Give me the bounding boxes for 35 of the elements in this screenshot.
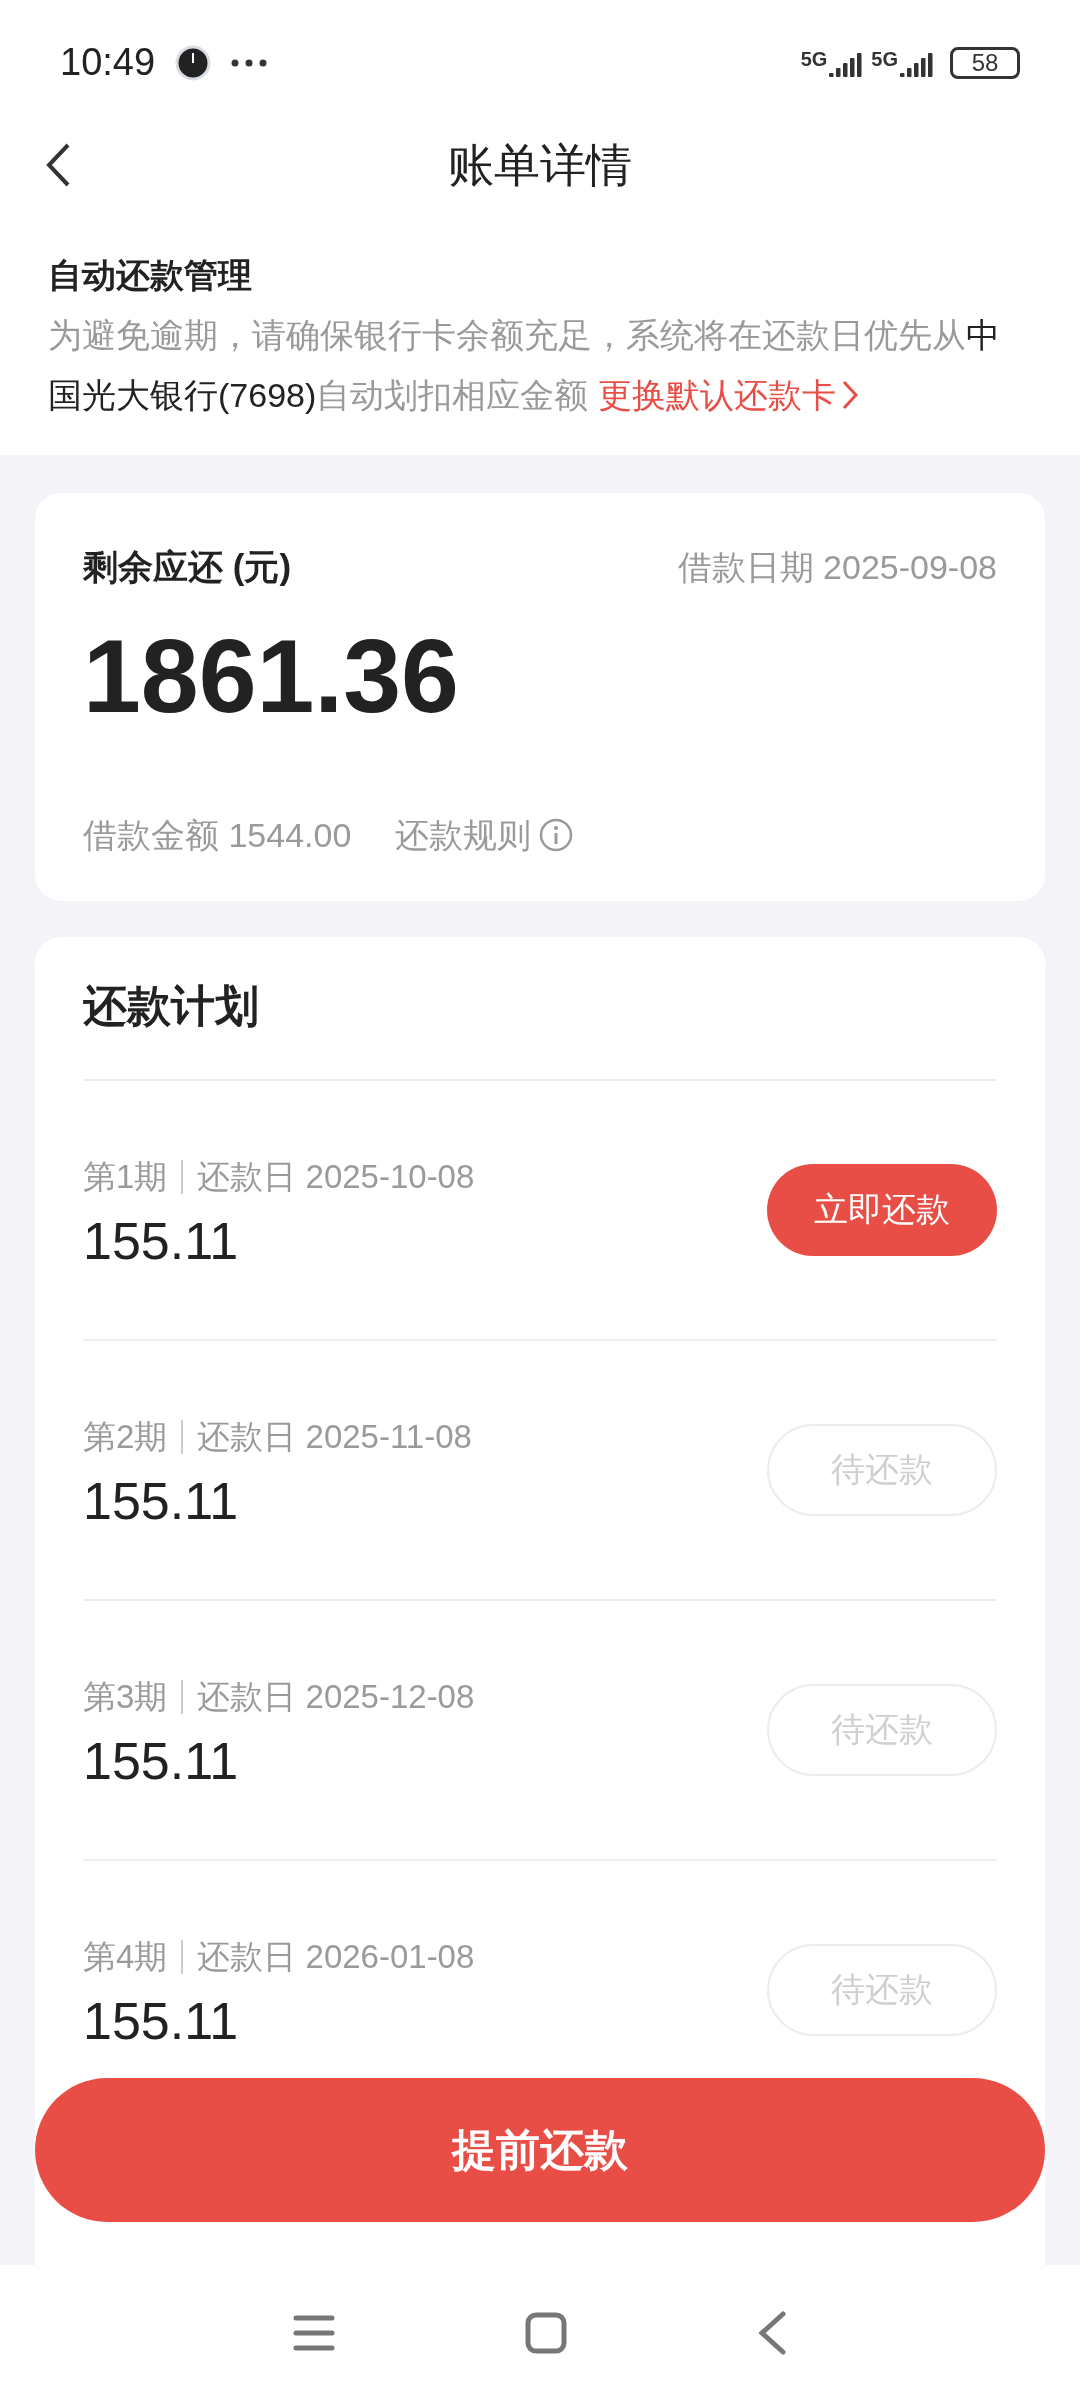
battery-indicator: 58 bbox=[950, 46, 1020, 79]
auto-repay-notice: 为避免逾期，请确保银行卡余额充足，系统将在还款日优先从中国光大银行(7698)自动划扣相应金额 更换默认还款卡 bbox=[48, 305, 1032, 425]
period-label: 第4期 bbox=[83, 1936, 168, 1977]
remaining-amount: 1861.36 bbox=[83, 623, 460, 728]
remaining-label: 剩余应还 (元) bbox=[83, 546, 292, 588]
due-date: 还款日 2026-01-08 bbox=[197, 1936, 475, 1977]
prepay-button[interactable]: 提前还款 bbox=[35, 2078, 1045, 2222]
installment-amount: 155.11 bbox=[83, 1215, 240, 1268]
loan-date: 借款日期 2025-09-08 bbox=[677, 546, 997, 588]
period-label: 第1期 bbox=[83, 1156, 168, 1197]
loan-amount: 借款金额 1544.00 bbox=[83, 814, 352, 856]
installment-amount: 155.11 bbox=[83, 1735, 240, 1788]
menu-icon[interactable] bbox=[293, 2313, 335, 2352]
home-icon[interactable] bbox=[525, 2311, 567, 2354]
status-time: 10:49 bbox=[60, 40, 156, 85]
clock-icon bbox=[175, 44, 212, 81]
network-label: 5G bbox=[871, 48, 898, 69]
change-card-link[interactable]: 更换默认还款卡 bbox=[597, 365, 858, 425]
due-date: 还款日 2025-10-08 bbox=[197, 1156, 475, 1197]
due-date: 还款日 2025-11-08 bbox=[197, 1416, 472, 1457]
info-icon[interactable] bbox=[539, 818, 574, 852]
installment-amount: 155.11 bbox=[83, 1475, 240, 1528]
period-label: 第2期 bbox=[83, 1416, 168, 1457]
more-icon bbox=[231, 58, 268, 67]
installment-amount: 155.11 bbox=[83, 1995, 240, 2048]
auto-repay-title: 自动还款管理 bbox=[48, 255, 253, 296]
pay-now-button[interactable]: 立即还款 bbox=[767, 1163, 997, 1256]
period-label: 第3期 bbox=[83, 1676, 168, 1717]
repay-rules-link[interactable]: 还款规则 bbox=[395, 809, 532, 861]
back-icon[interactable] bbox=[44, 142, 72, 188]
network-label: 5G bbox=[800, 48, 828, 69]
page-title: 账单详情 bbox=[448, 137, 632, 193]
chevron-icon bbox=[841, 380, 858, 410]
due-date: 还款日 2025-12-08 bbox=[197, 1676, 475, 1717]
plan-title: 还款计划 bbox=[83, 972, 997, 1081]
